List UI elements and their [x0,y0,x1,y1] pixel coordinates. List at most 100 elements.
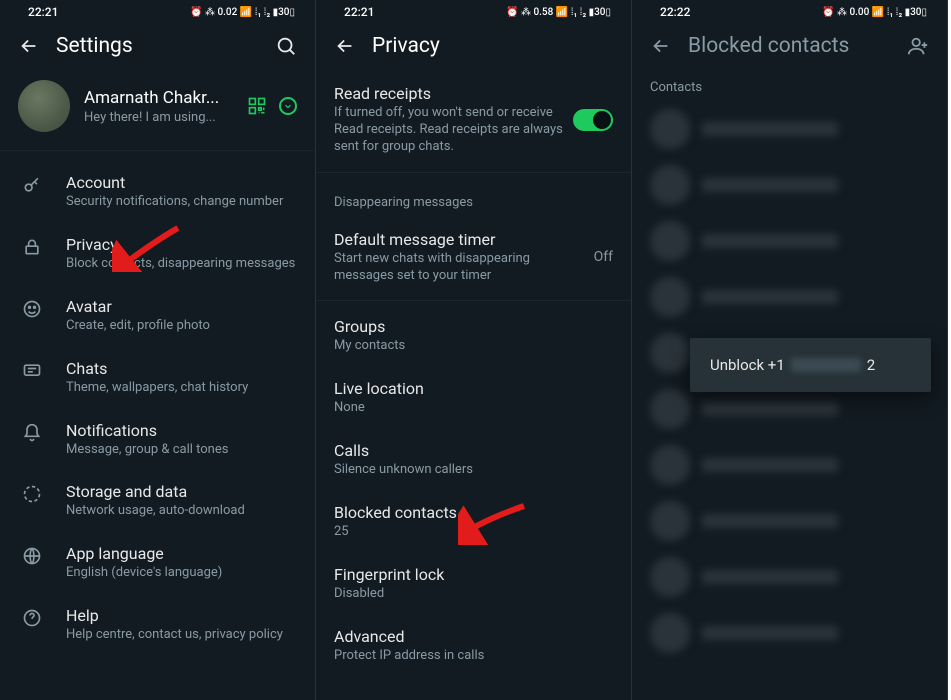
appbar: Settings [0,22,315,72]
appbar: Privacy [316,22,631,72]
avatar [650,557,690,597]
key-icon [20,175,44,195]
add-contact-icon[interactable] [907,35,929,57]
avatar [650,389,690,429]
avatar [650,221,690,261]
item-sub: Security notifications, change number [66,194,297,211]
settings-item-help[interactable]: Help Help centre, contact us, privacy po… [0,594,315,656]
contact-row[interactable] [632,493,947,549]
item-sub: Theme, wallpapers, chat history [66,380,297,397]
contact-row[interactable] [632,549,947,605]
contact-name-masked [702,290,929,304]
profile-actions [247,96,297,116]
contact-row[interactable] [632,605,947,661]
back-icon[interactable] [650,35,672,57]
item-title: Groups [334,317,613,336]
divider [316,172,631,173]
item-title: Blocked contacts [334,503,613,522]
read-receipts-toggle[interactable] [573,109,613,131]
privacy-item-blocked-contacts[interactable]: Blocked contacts 25 [316,491,631,553]
avatar [18,80,70,132]
contact-name-masked [702,626,929,640]
item-sub: Network usage, auto-download [66,503,297,520]
status-bar: 22:21 ⏰ ⁂ 0.02 📶 ⁞₁ ⁞₂ ▮30▯ [0,0,315,22]
privacy-item-advanced[interactable]: Advanced Protect IP address in calls [316,615,631,677]
globe-icon [20,546,44,566]
qr-icon[interactable] [247,96,267,116]
item-sub: Block contacts, disappearing messages [66,256,297,273]
back-icon[interactable] [18,35,40,57]
data-icon [20,484,44,504]
settings-item-account[interactable]: Account Security notifications, change n… [0,161,315,223]
status-icons: ⏰ ⁂ 0.58 📶 ⁞₁ ⁞₂ ▮30▯ [506,7,611,18]
status-bar: 22:22 ⏰ ⁂ 0.00 📶 ⁞₁ ⁞₂ ▮30▯ [632,0,947,22]
unblock-label-prefix: Unblock +1 [710,356,785,374]
item-sub: English (device's language) [66,565,297,582]
settings-item-storage[interactable]: Storage and data Network usage, auto-dow… [0,470,315,532]
avatar [650,445,690,485]
privacy-item-groups[interactable]: Groups My contacts [316,305,631,367]
item-title: Live location [334,379,613,398]
item-title: Account [66,173,297,192]
item-sub: Help centre, contact us, privacy policy [66,627,297,644]
status-bar: 22:21 ⏰ ⁂ 0.58 📶 ⁞₁ ⁞₂ ▮30▯ [316,0,631,22]
privacy-panel: 22:21 ⏰ ⁂ 0.58 📶 ⁞₁ ⁞₂ ▮30▯ Privacy Read… [316,0,632,700]
face-icon [20,299,44,319]
contact-name-masked [702,122,929,136]
item-sub: Silence unknown callers [334,462,613,479]
add-account-icon[interactable] [279,97,297,115]
status-time: 22:21 [344,5,374,19]
privacy-item-default-timer[interactable]: Default message timer Start new chats wi… [316,218,631,297]
divider [316,300,631,301]
item-title: Default message timer [334,230,584,249]
contact-name-masked [702,178,929,192]
contact-row[interactable] [632,213,947,269]
settings-list: Account Security notifications, change n… [0,151,315,656]
contact-name-masked [702,402,929,416]
contact-row[interactable] [632,101,947,157]
profile-row[interactable]: Amarnath Chakr... Hey there! I am using.… [0,72,315,151]
search-icon[interactable] [275,35,297,57]
settings-item-chats[interactable]: Chats Theme, wallpapers, chat history [0,347,315,409]
contact-row[interactable] [632,157,947,213]
appbar: Blocked contacts [632,22,947,72]
page-title: Privacy [372,34,613,58]
avatar [650,165,690,205]
item-value: Off [594,249,613,265]
settings-item-privacy[interactable]: Privacy Block contacts, disappearing mes… [0,223,315,285]
item-title: Avatar [66,297,297,316]
privacy-item-calls[interactable]: Calls Silence unknown callers [316,429,631,491]
item-title: Privacy [66,235,297,254]
item-sub: None [334,400,613,417]
contact-row[interactable] [632,269,947,325]
avatar [650,277,690,317]
profile-name: Amarnath Chakr... [84,88,233,108]
privacy-item-live-location[interactable]: Live location None [316,367,631,429]
settings-item-avatar[interactable]: Avatar Create, edit, profile photo [0,285,315,347]
page-title: Blocked contacts [688,34,891,58]
lock-icon [20,237,44,257]
settings-panel: 22:21 ⏰ ⁂ 0.02 📶 ⁞₁ ⁞₂ ▮30▯ Settings Ama… [0,0,316,700]
status-time: 22:22 [660,5,690,19]
settings-item-notifications[interactable]: Notifications Message, group & call tone… [0,409,315,471]
contact-name-masked [702,570,929,584]
item-sub: Create, edit, profile photo [66,318,297,335]
privacy-item-read-receipts[interactable]: Read receipts If turned off, you won't s… [316,72,631,168]
chat-icon [20,361,44,381]
profile-status: Hey there! I am using... [84,110,233,125]
profile-text: Amarnath Chakr... Hey there! I am using.… [84,88,233,125]
unblock-context-menu[interactable]: Unblock +1 2 [690,338,931,392]
back-icon[interactable] [334,35,356,57]
item-sub: Start new chats with disappearing messag… [334,251,584,285]
settings-item-language[interactable]: App language English (device's language) [0,532,315,594]
item-title: Fingerprint lock [334,565,613,584]
item-sub: 25 [334,524,613,541]
unblock-label-suffix: 2 [867,356,875,374]
status-time: 22:21 [28,5,58,19]
item-sub: Protect IP address in calls [334,648,613,665]
avatar [650,333,690,373]
contact-name-masked [702,514,929,528]
page-title: Settings [56,34,259,58]
privacy-item-fingerprint[interactable]: Fingerprint lock Disabled [316,553,631,615]
contact-row[interactable] [632,437,947,493]
